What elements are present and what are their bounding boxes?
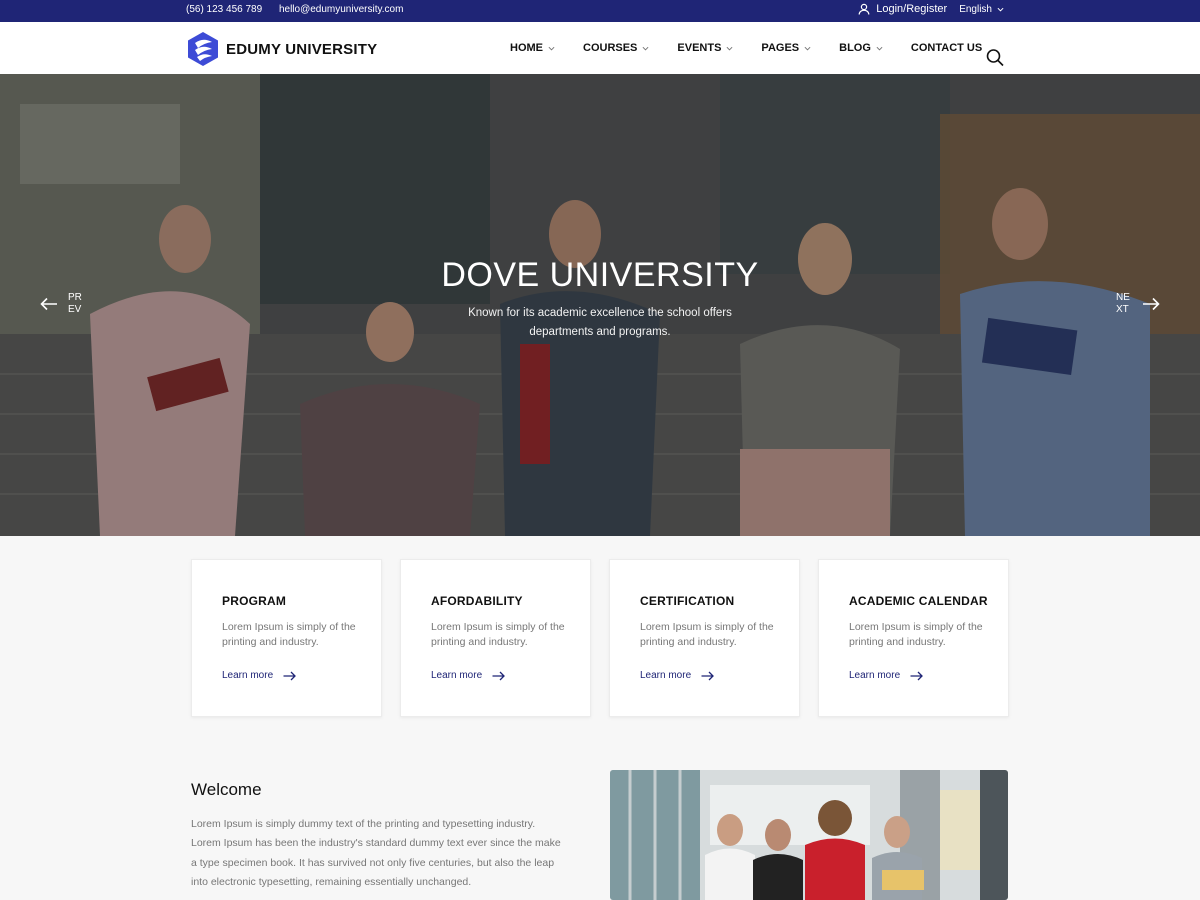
hero-subtitle: Known for its academic excellence the sc… (468, 307, 732, 338)
nav-item-home[interactable]: HOME (510, 42, 555, 54)
feature-text: Lorem Ipsum is simply of the printing an… (431, 621, 565, 648)
slider-prev-button[interactable]: PREV (40, 292, 84, 316)
chevron-down-icon (804, 46, 811, 50)
login-label: Login/Register (876, 3, 948, 15)
nav-item-events[interactable]: EVENTS (677, 42, 733, 54)
learn-more-label: Learn more (222, 670, 274, 681)
nav-item-blog[interactable]: BLOG (839, 42, 883, 54)
email-address: hello@edumyuniversity.com (278, 4, 404, 15)
welcome-heading: Welcome (191, 780, 262, 799)
nav-item-pages[interactable]: PAGES (761, 42, 811, 54)
chevron-down-icon (548, 46, 555, 50)
next-label: NEXT (1116, 292, 1130, 315)
feature-title: AFORDABILITY (431, 594, 523, 608)
welcome-section: Welcome Lorem Ipsum is simply dummy text… (191, 780, 561, 892)
prev-label: PREV (68, 292, 82, 315)
learn-more-link[interactable]: Learn more (849, 670, 1008, 681)
arrow-right-icon (283, 671, 297, 680)
language-label: English (959, 3, 992, 15)
arrow-right-icon (701, 671, 715, 680)
language-selector[interactable]: English (959, 4, 1004, 15)
feature-text: Lorem Ipsum is simply of the printing an… (222, 621, 356, 648)
welcome-image (610, 770, 1008, 900)
nav-item-label: CONTACT US (910, 42, 983, 54)
feature-text: Lorem Ipsum is simply of the printing an… (849, 621, 983, 648)
nav-item-courses[interactable]: COURSES (583, 42, 649, 54)
feature-card: AFORDABILITY Lorem Ipsum is simply of th… (400, 559, 591, 717)
learn-more-label: Learn more (849, 670, 901, 681)
hero-title: DOVE UNIVERSITY (441, 256, 759, 294)
arrow-right-icon (1143, 297, 1160, 311)
learn-more-link[interactable]: Learn more (431, 670, 590, 681)
nav-item-label: EVENTS (677, 42, 722, 54)
learn-more-label: Learn more (640, 670, 692, 681)
feature-title: ACADEMIC CALENDAR (849, 594, 988, 608)
login-register-link[interactable]: Login/Register (858, 3, 947, 15)
learn-more-label: Learn more (431, 670, 483, 681)
chevron-down-icon (726, 46, 733, 50)
arrow-right-icon (492, 671, 506, 680)
nav-item-contact-us[interactable]: CONTACT US (911, 42, 982, 54)
feature-card: ACADEMIC CALENDAR Lorem Ipsum is simply … (818, 559, 1009, 717)
top-bar: (56) 123 456 789 hello@edumyuniversity.c… (0, 0, 1200, 22)
feature-card: PROGRAM Lorem Ipsum is simply of the pri… (191, 559, 382, 717)
brand-name: EDUMY UNIVERSITY (226, 40, 378, 58)
learn-more-link[interactable]: Learn more (222, 670, 381, 681)
site-logo[interactable]: EDUMY UNIVERSITY (186, 31, 377, 67)
logo-icon (188, 32, 218, 66)
feature-title: CERTIFICATION (640, 594, 735, 608)
nav-item-label: BLOG (839, 42, 871, 54)
feature-cards: PROGRAM Lorem Ipsum is simply of the pri… (191, 559, 1009, 717)
chevron-down-icon (997, 7, 1004, 12)
learn-more-link[interactable]: Learn more (640, 670, 799, 681)
nav-item-label: PAGES (761, 42, 800, 54)
feature-title: PROGRAM (222, 594, 287, 608)
main-nav: HOME COURSES EVENTS PAGES BLOG CONTACT US (510, 22, 1010, 74)
user-icon (858, 3, 870, 15)
arrow-right-icon (910, 671, 924, 680)
students-photo (610, 770, 1008, 900)
hero-slider: DOVE UNIVERSITY Known for its academic e… (0, 74, 1200, 536)
main-header: EDUMY UNIVERSITY HOME COURSES EVENTS PAGES B… (0, 22, 1200, 74)
nav-item-label: HOME (510, 42, 543, 54)
feature-text: Lorem Ipsum is simply of the printing an… (640, 621, 774, 648)
feature-card: CERTIFICATION Lorem Ipsum is simply of t… (609, 559, 800, 717)
nav-item-label: COURSES (583, 42, 638, 54)
search-button[interactable] (986, 49, 1004, 72)
phone-number: (56) 123 456 789 (186, 4, 263, 15)
top-bar-right: Login/Register English (858, 3, 1004, 15)
welcome-body: Lorem Ipsum is simply dummy text of the … (191, 818, 561, 888)
chevron-down-icon (642, 46, 649, 50)
search-icon (986, 49, 1004, 67)
slider-next-button[interactable]: NEXT (1116, 292, 1160, 316)
chevron-down-icon (876, 46, 883, 50)
arrow-left-icon (40, 297, 57, 311)
contact-info: (56) 123 456 789 hello@edumyuniversity.c… (186, 4, 417, 15)
